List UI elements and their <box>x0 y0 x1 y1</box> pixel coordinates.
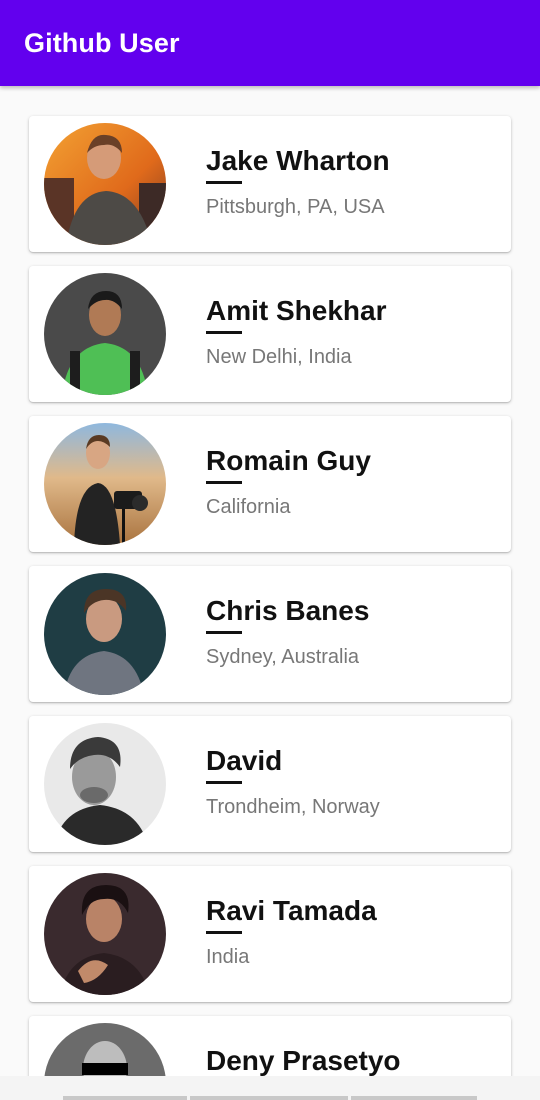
nav-indicator-right[interactable] <box>351 1096 477 1100</box>
name-underline <box>206 631 242 634</box>
name-underline <box>206 931 242 934</box>
user-name: Ravi Tamada <box>206 895 377 926</box>
user-avatar <box>44 423 166 545</box>
user-avatar <box>44 273 166 395</box>
user-card[interactable]: Deny Prasetyo <box>29 1016 511 1076</box>
user-card[interactable]: Ravi Tamada India <box>29 866 511 1002</box>
user-avatar <box>44 1023 166 1076</box>
app-title: Github User <box>24 28 180 58</box>
user-location: Trondheim, Norway <box>206 796 380 818</box>
user-location: India <box>206 946 250 968</box>
user-name: Romain Guy <box>206 445 371 476</box>
user-avatar <box>44 123 166 245</box>
user-name: Deny Prasetyo <box>206 1045 401 1076</box>
user-card[interactable]: Chris Banes Sydney, Australia <box>29 566 511 702</box>
user-card[interactable]: Romain Guy California <box>29 416 511 552</box>
app-bar: Github User <box>0 0 540 86</box>
user-location: Pittsburgh, PA, USA <box>206 196 385 218</box>
user-name: Amit Shekhar <box>206 295 387 326</box>
user-name: David <box>206 745 283 776</box>
system-navigation-bar <box>0 1076 540 1100</box>
user-location: New Delhi, India <box>206 346 352 368</box>
name-underline <box>206 331 242 334</box>
user-list[interactable]: Jake Wharton Pittsburgh, PA, USA Amit Sh… <box>0 86 540 1076</box>
user-avatar <box>44 873 166 995</box>
user-name: Jake Wharton <box>206 145 390 176</box>
user-location: California <box>206 496 291 518</box>
nav-indicator-center[interactable] <box>190 1096 348 1100</box>
user-card[interactable]: Amit Shekhar New Delhi, India <box>29 266 511 402</box>
nav-indicator-left[interactable] <box>63 1096 187 1100</box>
name-underline <box>206 481 242 484</box>
user-avatar <box>44 723 166 845</box>
user-name: Chris Banes <box>206 595 370 626</box>
name-underline <box>206 781 242 784</box>
name-underline <box>206 181 242 184</box>
user-card[interactable]: Jake Wharton Pittsburgh, PA, USA <box>29 116 511 252</box>
user-location: Sydney, Australia <box>206 646 360 668</box>
user-avatar <box>44 573 166 695</box>
user-card[interactable]: David Trondheim, Norway <box>29 716 511 852</box>
